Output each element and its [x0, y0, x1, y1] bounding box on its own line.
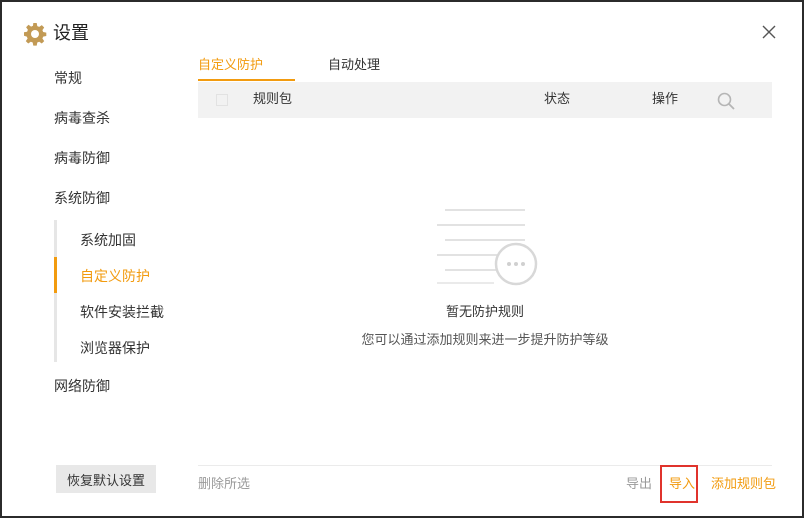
- restore-defaults-button[interactable]: 恢复默认设置: [56, 465, 156, 493]
- sidebar-subitem-install-blocking[interactable]: 软件安装拦截: [80, 303, 164, 323]
- sidebar-item-system-defense[interactable]: 系统防御: [54, 189, 110, 209]
- delete-selected-button[interactable]: 删除所选: [198, 476, 250, 494]
- settings-window: 设置 常规 病毒查杀 病毒防御 系统防御 系统加固 自定义防护 软件安装拦截 浏…: [2, 2, 802, 516]
- empty-state-title: 暂无防护规则: [445, 305, 524, 320]
- sidebar: 常规 病毒查杀 病毒防御 系统防御 系统加固 自定义防护 软件安装拦截 浏览器保…: [2, 62, 192, 516]
- active-tab-underline: [198, 79, 295, 81]
- search-icon[interactable]: [716, 91, 736, 111]
- empty-state-description: 您可以通过添加规则来进一步提升防护等级: [361, 333, 609, 348]
- sidebar-subitem-browser-protection[interactable]: 浏览器保护: [80, 339, 150, 359]
- sidebar-subitem-system-hardening[interactable]: 系统加固: [80, 231, 136, 251]
- title-bar: 设置: [2, 2, 802, 62]
- sidebar-item-virus-scan[interactable]: 病毒查杀: [54, 109, 110, 129]
- add-rule-pack-button[interactable]: 添加规则包: [711, 476, 776, 494]
- table-header: 规则包 状态 操作: [198, 82, 772, 118]
- export-button[interactable]: 导出: [626, 476, 652, 494]
- sidebar-item-virus-defense[interactable]: 病毒防御: [54, 149, 110, 169]
- gear-icon: [24, 23, 47, 46]
- tab-auto-handling[interactable]: 自动处理: [328, 57, 380, 75]
- subnav-active-indicator: [54, 257, 57, 293]
- sidebar-item-network-defense[interactable]: 网络防御: [54, 377, 110, 397]
- close-icon[interactable]: [759, 22, 779, 42]
- sidebar-item-general[interactable]: 常规: [54, 69, 82, 89]
- column-header-status: 状态: [544, 92, 571, 107]
- sidebar-subitem-custom-protection[interactable]: 自定义防护: [80, 267, 150, 287]
- import-button[interactable]: 导入: [669, 476, 695, 494]
- window-title: 设置: [53, 23, 89, 44]
- empty-list-illustration: [437, 209, 538, 286]
- select-all-checkbox[interactable]: [216, 94, 228, 106]
- column-header-rule-pack: 规则包: [253, 92, 293, 107]
- column-header-actions: 操作: [652, 92, 679, 107]
- tab-custom-protection[interactable]: 自定义防护: [198, 57, 263, 75]
